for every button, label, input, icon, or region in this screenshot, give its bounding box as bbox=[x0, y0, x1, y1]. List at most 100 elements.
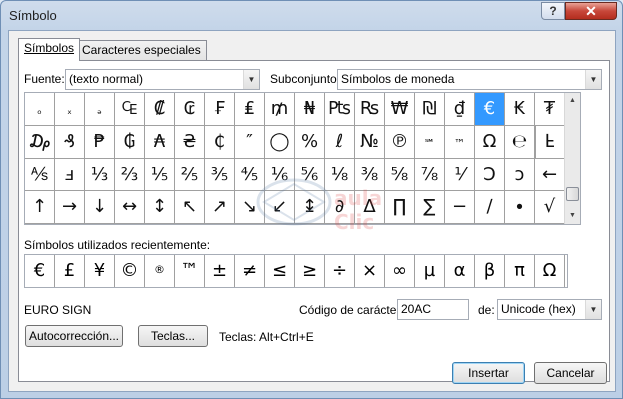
symbol-cell[interactable]: ∕ bbox=[475, 191, 505, 224]
recent-symbol-cell[interactable]: ≤ bbox=[265, 255, 295, 287]
symbol-cell[interactable]: ₩ bbox=[385, 93, 415, 126]
symbol-cell[interactable]: ↔ bbox=[115, 191, 145, 224]
symbol-cell[interactable]: ₔ bbox=[85, 93, 115, 126]
symbol-cell[interactable]: ⅔ bbox=[115, 158, 145, 192]
symbol-cell[interactable]: ₥ bbox=[265, 93, 295, 126]
recent-symbol-cell[interactable]: × bbox=[355, 255, 385, 287]
symbol-cell[interactable]: ↖ bbox=[175, 191, 205, 224]
symbol-cell[interactable]: ₤ bbox=[235, 93, 265, 126]
symbol-cell[interactable]: ↙ bbox=[265, 191, 295, 224]
symbol-cell[interactable]: ℓ bbox=[325, 125, 355, 159]
tab-special-characters[interactable]: Caracteres especiales bbox=[76, 40, 207, 61]
symbol-cell[interactable]: ™ bbox=[445, 125, 475, 159]
recent-symbol-cell[interactable]: ™ bbox=[175, 255, 205, 287]
symbol-cell[interactable]: № bbox=[355, 125, 385, 159]
symbol-cell[interactable]: ∏ bbox=[385, 191, 415, 224]
symbol-cell[interactable]: ∂ bbox=[325, 191, 355, 224]
chevron-down-icon[interactable]: ▼ bbox=[243, 70, 259, 89]
symbol-cell[interactable]: ↘ bbox=[235, 191, 265, 224]
scroll-down-icon[interactable]: ▼ bbox=[565, 208, 580, 224]
symbol-cell[interactable]: ₪ bbox=[415, 93, 445, 126]
symbol-cell[interactable]: ⅟ bbox=[445, 158, 475, 192]
char-code-input[interactable]: 20AC bbox=[397, 299, 469, 320]
symbol-cell[interactable]: ⅞ bbox=[415, 158, 445, 192]
symbol-cell[interactable]: ₢ bbox=[175, 93, 205, 126]
symbol-cell[interactable]: − bbox=[445, 191, 475, 224]
symbol-cell[interactable]: ₡ bbox=[145, 93, 175, 126]
symbol-cell[interactable]: ↨ bbox=[295, 191, 325, 224]
symbol-cell[interactable]: ₯ bbox=[25, 125, 55, 159]
recent-symbol-cell[interactable]: © bbox=[115, 255, 145, 287]
symbol-cell[interactable]: ∙ bbox=[505, 191, 535, 224]
symbol-cell[interactable]: ↄ bbox=[505, 158, 535, 192]
symbol-cell[interactable]: ₣ bbox=[205, 93, 235, 126]
symbol-cell[interactable]: ⅙ bbox=[265, 158, 295, 192]
symbol-cell[interactable]: ⅕ bbox=[145, 158, 175, 192]
symbol-cell[interactable]: ⅎ bbox=[55, 158, 85, 192]
symbol-cell[interactable]: ₳ bbox=[145, 125, 175, 159]
symbol-cell[interactable]: ₲ bbox=[115, 125, 145, 159]
recent-symbol-cell[interactable]: ® bbox=[145, 255, 175, 287]
symbol-cell[interactable]: ⅗ bbox=[205, 158, 235, 192]
symbol-cell[interactable]: Ω bbox=[475, 125, 505, 159]
scroll-up-icon[interactable]: ▲ bbox=[565, 93, 580, 109]
recent-symbol-cell[interactable]: ≠ bbox=[235, 255, 265, 287]
symbol-cell[interactable]: ″ bbox=[235, 125, 265, 159]
font-select[interactable]: (texto normal) ▼ bbox=[65, 69, 260, 90]
symbol-cell[interactable]: ₮ bbox=[535, 93, 565, 126]
symbol-cell[interactable]: € bbox=[475, 93, 505, 126]
recent-symbol-cell[interactable]: α bbox=[445, 255, 475, 287]
symbol-cell[interactable]: ∆ bbox=[355, 191, 385, 224]
symbol-cell[interactable]: ⅖ bbox=[175, 158, 205, 192]
recent-symbol-cell[interactable]: ≥ bbox=[295, 255, 325, 287]
recent-symbol-cell[interactable]: £ bbox=[55, 255, 85, 287]
symbol-cell[interactable]: ℮ bbox=[505, 125, 535, 159]
symbol-cell[interactable]: ∑ bbox=[415, 191, 445, 224]
help-button[interactable]: ? bbox=[541, 2, 565, 20]
symbol-cell[interactable]: ₠ bbox=[115, 93, 145, 126]
recent-symbol-cell[interactable]: ÷ bbox=[325, 255, 355, 287]
symbol-cell[interactable]: ℗ bbox=[385, 125, 415, 159]
symbol-cell[interactable]: ₧ bbox=[325, 93, 355, 126]
symbol-cell[interactable]: ⅛ bbox=[325, 158, 355, 192]
tab-symbols[interactable]: Símbolos bbox=[18, 38, 81, 61]
symbol-cell[interactable]: → bbox=[55, 191, 85, 224]
symbol-cell[interactable]: ₦ bbox=[295, 93, 325, 126]
symbol-cell[interactable]: ₒ bbox=[25, 93, 55, 126]
symbol-cell[interactable]: ↗ bbox=[205, 191, 235, 224]
insert-button[interactable]: Insertar bbox=[452, 362, 525, 384]
symbol-cell[interactable]: ₭ bbox=[505, 93, 535, 126]
recent-symbol-cell[interactable]: ¥ bbox=[85, 255, 115, 287]
symbol-cell[interactable]: ℠ bbox=[415, 125, 445, 159]
symbol-cell[interactable]: ₱ bbox=[85, 125, 115, 159]
symbol-cell[interactable]: ₨ bbox=[355, 93, 385, 126]
recent-symbol-cell[interactable]: π bbox=[505, 255, 535, 287]
symbol-cell[interactable]: ⅜ bbox=[355, 158, 385, 192]
symbol-cell[interactable]: √ bbox=[535, 191, 565, 224]
recent-symbol-cell[interactable]: € bbox=[25, 255, 55, 287]
symbol-grid-scrollbar[interactable]: ▲ ▼ bbox=[564, 93, 580, 224]
symbol-cell[interactable]: ← bbox=[535, 158, 565, 192]
close-button[interactable]: ✕ bbox=[565, 2, 617, 20]
chevron-down-icon[interactable]: ▼ bbox=[585, 300, 601, 319]
recent-symbol-cell[interactable]: Ω bbox=[535, 255, 565, 287]
scroll-thumb[interactable] bbox=[566, 187, 579, 201]
keys-button[interactable]: Teclas... bbox=[138, 325, 208, 347]
subset-select[interactable]: Símbolos de moneda ▼ bbox=[337, 69, 602, 90]
symbol-cell[interactable]: ₓ bbox=[55, 93, 85, 126]
symbol-cell[interactable]: Ↄ bbox=[475, 158, 505, 192]
symbol-cell[interactable]: ₫ bbox=[445, 93, 475, 126]
symbol-cell[interactable]: ◯ bbox=[265, 125, 295, 159]
symbol-cell[interactable]: ⅓ bbox=[85, 158, 115, 192]
symbol-cell[interactable]: ⅚ bbox=[295, 158, 325, 192]
from-select[interactable]: Unicode (hex) ▼ bbox=[497, 299, 602, 320]
autocorrect-button[interactable]: Autocorrección... bbox=[25, 325, 123, 347]
symbol-cell[interactable]: ⅘ bbox=[235, 158, 265, 192]
symbol-cell[interactable]: ⅍ bbox=[25, 158, 55, 192]
symbol-cell[interactable]: Ⅎ bbox=[535, 125, 565, 159]
symbol-cell[interactable]: ↕ bbox=[145, 191, 175, 224]
chevron-down-icon[interactable]: ▼ bbox=[585, 70, 601, 89]
symbol-cell[interactable]: % bbox=[295, 125, 325, 159]
recent-symbol-cell[interactable]: β bbox=[475, 255, 505, 287]
recent-symbol-cell[interactable]: ± bbox=[205, 255, 235, 287]
